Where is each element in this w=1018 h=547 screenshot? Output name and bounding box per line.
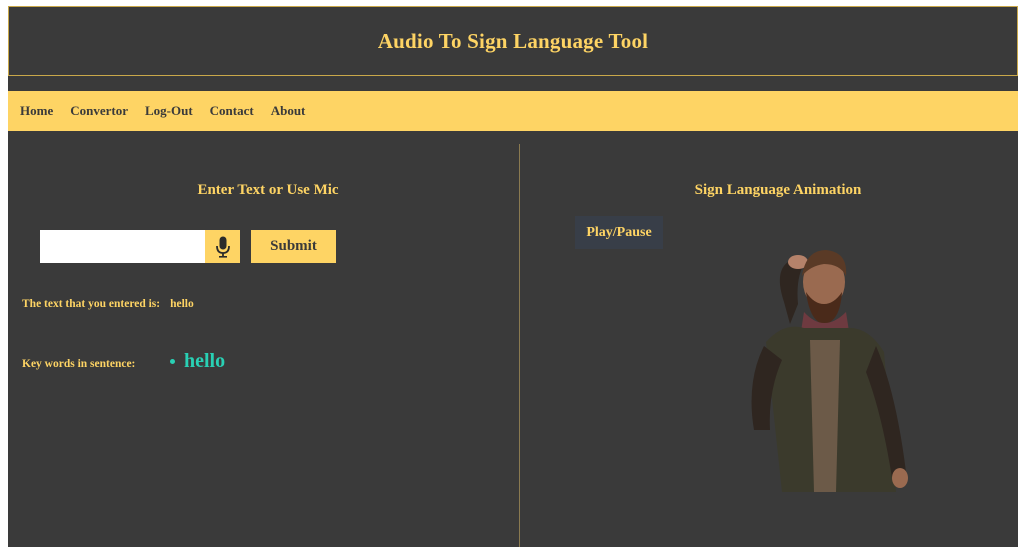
nav-link-logout[interactable]: Log-Out — [145, 103, 193, 119]
nav-bar: Home Convertor Log-Out Contact About — [8, 91, 1018, 131]
panel-divider — [519, 144, 520, 547]
page-title: Audio To Sign Language Tool — [377, 28, 649, 53]
input-panel-heading: Enter Text or Use Mic — [197, 182, 339, 198]
app-page: Audio To Sign Language Tool Home Convert… — [8, 6, 1018, 547]
sign-avatar-figure — [751, 250, 908, 492]
entered-text-value: hello — [170, 298, 194, 310]
bullet-icon — [170, 359, 175, 364]
entered-text-label: The text that you entered is: — [22, 298, 161, 310]
nav-link-home[interactable]: Home — [20, 103, 53, 119]
header-bar: Audio To Sign Language Tool — [8, 6, 1018, 76]
nav-link-contact[interactable]: Contact — [210, 103, 254, 119]
entered-text-row: The text that you entered is: hello — [22, 298, 194, 310]
microphone-icon — [215, 236, 230, 258]
keyword-text: hello — [184, 350, 226, 372]
keywords-label: Key words in sentence: — [22, 358, 136, 370]
play-pause-button[interactable]: Play/Pause — [575, 216, 663, 249]
submit-button[interactable]: Submit — [251, 230, 336, 263]
mic-button[interactable] — [205, 230, 240, 263]
animation-panel-heading: Sign Language Animation — [694, 182, 862, 198]
speech-text-input[interactable] — [40, 230, 205, 263]
nav-link-about[interactable]: About — [271, 103, 306, 119]
keyword-item: hello — [170, 350, 225, 373]
keywords-list: hello — [170, 350, 225, 373]
nav-link-convertor[interactable]: Convertor — [70, 103, 128, 119]
